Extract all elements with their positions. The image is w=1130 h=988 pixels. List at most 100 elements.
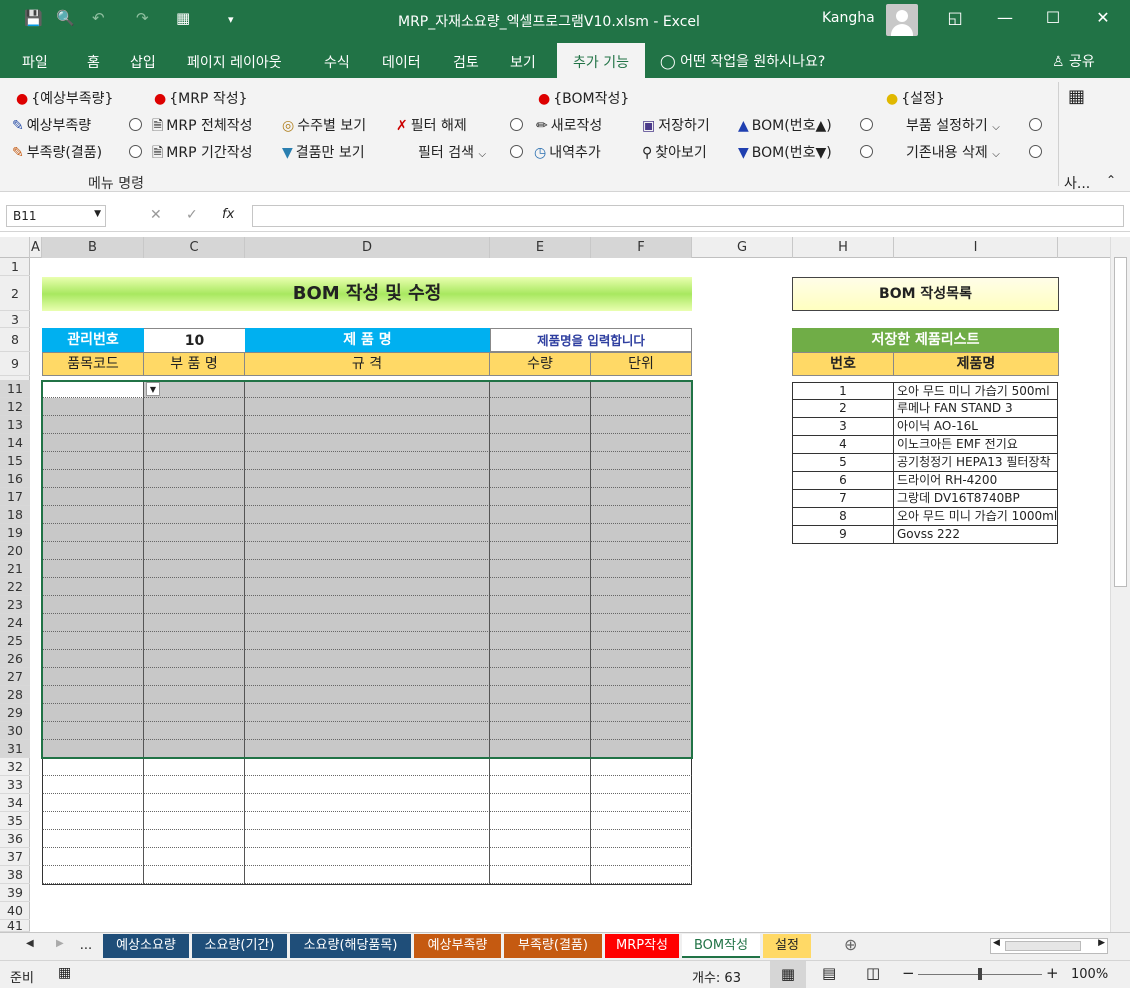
bom-cell[interactable]	[591, 614, 692, 632]
bom-cell[interactable]	[245, 560, 490, 578]
bom-cell[interactable]	[591, 812, 692, 830]
avatar[interactable]	[886, 4, 918, 36]
saved-list-row[interactable]: 3 아이닉 AO-16L	[792, 418, 1058, 436]
radio-shortage-forecast[interactable]	[129, 118, 142, 131]
bom-cell[interactable]	[490, 668, 591, 686]
bom-cell[interactable]	[591, 470, 692, 488]
sheet-tab[interactable]: 부족량(결품)	[504, 934, 602, 958]
bom-cell[interactable]	[144, 848, 245, 866]
row-header[interactable]: 23	[0, 596, 30, 614]
col-header-e[interactable]: E	[490, 237, 591, 258]
row-header[interactable]: 39	[0, 884, 30, 902]
bom-cell[interactable]	[591, 776, 692, 794]
bom-cell[interactable]	[144, 812, 245, 830]
add-history-button[interactable]: ◷ 내역추가	[534, 142, 601, 162]
row-header[interactable]: 33	[0, 776, 30, 794]
scrollbar-thumb[interactable]	[1114, 257, 1127, 587]
bom-cell[interactable]	[490, 740, 591, 758]
zoom-level[interactable]: 100%	[1071, 967, 1108, 982]
bom-cell[interactable]	[490, 812, 591, 830]
bom-cell[interactable]	[490, 830, 591, 848]
bom-cell[interactable]	[490, 686, 591, 704]
bom-cell[interactable]	[42, 416, 144, 434]
bom-cell[interactable]	[591, 380, 692, 398]
tab-home[interactable]: 홈	[87, 52, 100, 72]
bom-cell[interactable]	[591, 596, 692, 614]
bom-cell[interactable]	[490, 416, 591, 434]
bom-cell[interactable]	[245, 398, 490, 416]
grid-icon[interactable]: ▦	[1068, 86, 1085, 107]
bom-cell[interactable]	[490, 776, 591, 794]
bom-cell[interactable]	[591, 740, 692, 758]
bom-cell[interactable]	[591, 452, 692, 470]
bom-cell[interactable]	[245, 758, 490, 776]
bom-cell[interactable]	[490, 470, 591, 488]
row-header[interactable]: 29	[0, 704, 30, 722]
mrp-period-button[interactable]: 🗎 MRP 기간작성	[152, 142, 253, 166]
row-header[interactable]: 2	[0, 276, 30, 311]
bom-sort-up-button[interactable]: ▲ BOM(번호▲)	[738, 115, 832, 135]
row-header[interactable]: 41	[0, 919, 30, 932]
redo-icon[interactable]: ↷	[136, 9, 149, 27]
sheet-tab[interactable]: MRP작성	[605, 934, 679, 958]
bom-cell[interactable]	[42, 632, 144, 650]
row-header[interactable]: 28	[0, 686, 30, 704]
collapse-ribbon-icon[interactable]: ⌃	[1106, 173, 1116, 187]
bom-cell[interactable]	[591, 650, 692, 668]
mrp-all-button[interactable]: 🗎 MRP 전체작성	[152, 115, 253, 139]
bom-cell[interactable]	[591, 722, 692, 740]
hscroll-thumb[interactable]	[1005, 941, 1081, 951]
bom-cell[interactable]	[591, 668, 692, 686]
bom-cell[interactable]	[591, 560, 692, 578]
bom-cell[interactable]	[490, 452, 591, 470]
row-header[interactable]: 14	[0, 434, 30, 452]
row-header[interactable]: 36	[0, 830, 30, 848]
bom-cell[interactable]	[42, 452, 144, 470]
bom-cell[interactable]	[245, 776, 490, 794]
bom-cell[interactable]	[144, 794, 245, 812]
worksheet-grid[interactable]: A B C D E F G H I 1 2 3 8 9 11 12 13 14 15 16 17 18 1…	[0, 237, 1130, 932]
row-header[interactable]: 25	[0, 632, 30, 650]
bom-cell[interactable]	[42, 398, 144, 416]
row-header[interactable]: 31	[0, 740, 30, 758]
row-header[interactable]: 38	[0, 866, 30, 884]
bom-cell[interactable]	[490, 542, 591, 560]
bom-cell[interactable]	[490, 704, 591, 722]
bom-cell[interactable]	[245, 452, 490, 470]
row-header[interactable]: 24	[0, 614, 30, 632]
tell-me-search[interactable]: ◯ 어떤 작업을 원하시나요?	[660, 51, 825, 71]
row-header[interactable]: 32	[0, 758, 30, 776]
sheet-tab[interactable]: BOM작성	[682, 934, 760, 958]
bom-cell[interactable]	[591, 416, 692, 434]
bom-cell[interactable]	[42, 830, 144, 848]
saved-list-row[interactable]: 6 드라이어 RH-4200	[792, 472, 1058, 490]
row-header[interactable]: 26	[0, 650, 30, 668]
sheet-tab[interactable]: 설정	[763, 934, 811, 958]
normal-view-icon[interactable]: ▦	[770, 961, 806, 988]
radio-part-settings[interactable]	[1029, 118, 1042, 131]
zoom-out-icon[interactable]: −	[902, 964, 915, 982]
bom-cell[interactable]	[144, 416, 245, 434]
bom-cell[interactable]	[42, 488, 144, 506]
col-header-g[interactable]: G	[692, 237, 793, 258]
sheet-tab[interactable]: 예상부족량	[414, 934, 501, 958]
bom-cell[interactable]	[490, 650, 591, 668]
bom-cell[interactable]	[42, 776, 144, 794]
bom-cell[interactable]	[245, 830, 490, 848]
bom-cell[interactable]	[245, 740, 490, 758]
bom-cell[interactable]	[490, 632, 591, 650]
row-header[interactable]: 20	[0, 542, 30, 560]
bom-cell[interactable]	[245, 686, 490, 704]
bom-cell[interactable]	[490, 398, 591, 416]
maximize-button[interactable]: ☐	[1038, 8, 1068, 27]
bom-cell[interactable]	[490, 434, 591, 452]
share-button[interactable]: ♙ 공유	[1052, 51, 1095, 71]
bom-cell[interactable]	[42, 650, 144, 668]
saved-list-row[interactable]: 2 루메나 FAN STAND 3	[792, 400, 1058, 418]
row-header[interactable]: 15	[0, 452, 30, 470]
bom-cell[interactable]	[591, 434, 692, 452]
defect-only-view-button[interactable]: ▼ 결품만 보기	[282, 142, 365, 162]
bom-cell[interactable]	[245, 416, 490, 434]
row-header[interactable]: 27	[0, 668, 30, 686]
bom-cell[interactable]	[245, 794, 490, 812]
